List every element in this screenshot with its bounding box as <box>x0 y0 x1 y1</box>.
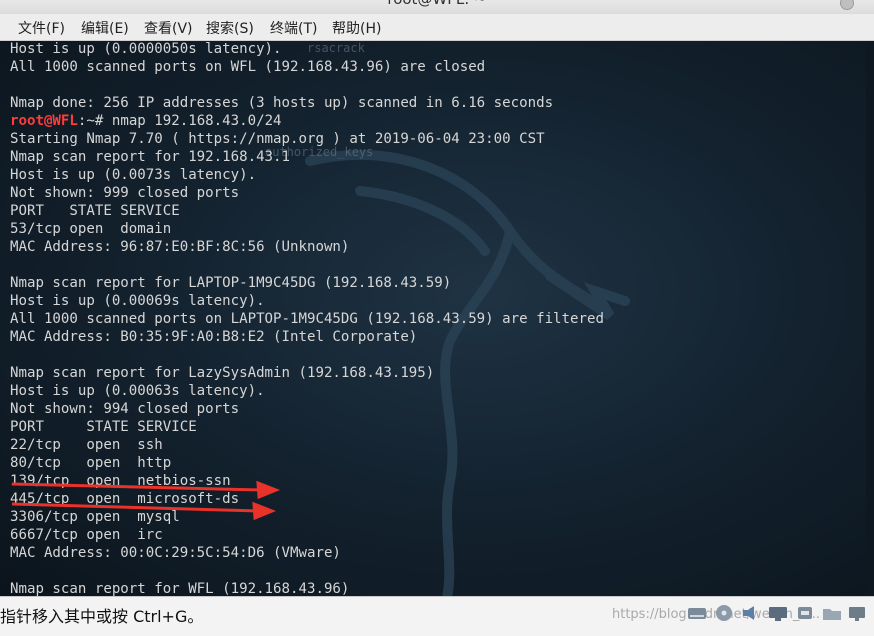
terminal-line: 80/tcp open http <box>10 455 172 471</box>
menu-terminal[interactable]: 终端(T) <box>270 18 317 38</box>
shared-folder-icon[interactable] <box>821 603 843 623</box>
terminal-line: MAC Address: 96:87:E0:BF:8C:56 (Unknown) <box>10 239 350 255</box>
optical-drive-icon[interactable] <box>713 603 735 623</box>
terminal-line: All 1000 scanned ports on LAPTOP-1M9C45D… <box>10 311 604 327</box>
terminal-line: MAC Address: 00:0C:29:5C:54:D6 (VMware) <box>10 545 341 561</box>
terminal-line: 139/tcp open netbios-ssn <box>10 473 231 489</box>
menu-help[interactable]: 帮助(H) <box>332 18 381 38</box>
terminal-line: Not shown: 994 closed ports <box>10 401 240 417</box>
terminal-line: 445/tcp open microsoft-ds <box>10 491 240 507</box>
menu-view[interactable]: 查看(V) <box>144 18 193 38</box>
window-close-button[interactable] <box>840 0 854 10</box>
terminal-line: PORT STATE SERVICE <box>10 419 197 435</box>
command-text: nmap 192.168.43.0/24 <box>111 113 282 129</box>
terminal-line: Host is up (0.0000050s latency). <box>10 41 282 57</box>
prompt-path: :~# <box>77 113 112 129</box>
terminal-line: Nmap scan report for WFL (192.168.43.96) <box>10 581 350 596</box>
annotation-arrowhead-icon <box>256 480 281 500</box>
terminal-line: PORT STATE SERVICE <box>10 203 180 219</box>
terminal-line: 6667/tcp open irc <box>10 527 163 543</box>
annotation-arrowhead-icon <box>252 501 277 521</box>
usb-icon[interactable] <box>794 603 816 623</box>
ghost-text: rsacrack <box>307 41 365 55</box>
menu-bar: 文件(F) 编辑(E) 查看(V) 搜索(S) 终端(T) 帮助(H) <box>0 14 874 41</box>
network-icon[interactable] <box>767 603 789 623</box>
terminal-line: Starting Nmap 7.70 ( https://nmap.org ) … <box>10 131 545 147</box>
kali-dragon-watermark-icon <box>305 149 630 596</box>
prompt-line: root@WFL:~# nmap 192.168.43.0/24 <box>10 112 282 130</box>
terminal-line: 3306/tcp open mysql <box>10 509 180 525</box>
terminal-line: Nmap done: 256 IP addresses (3 hosts up)… <box>10 95 554 111</box>
terminal-line: Host is up (0.00069s latency). <box>10 293 265 309</box>
menu-edit[interactable]: 编辑(E) <box>81 18 129 38</box>
prompt-user: root@WFL <box>10 113 78 129</box>
terminal-line: Nmap scan report for LAPTOP-1M9C45DG (19… <box>10 275 452 291</box>
status-bar: 指针移入其中或按 Ctrl+G。 https://blog.csdn.net/w… <box>0 596 874 636</box>
menu-file[interactable]: 文件(F) <box>18 18 65 38</box>
window-titlebar: root@WFL: ~ <box>0 0 874 14</box>
terminal-output[interactable]: rsacrack authorized_keys Host is up (0.0… <box>0 41 874 596</box>
audio-icon[interactable] <box>740 603 762 623</box>
terminal-line: All 1000 scanned ports on WFL (192.168.4… <box>10 59 486 75</box>
terminal-line: Host is up (0.00063s latency). <box>10 383 265 399</box>
hard-disk-icon[interactable] <box>686 603 708 623</box>
terminal-line: Nmap scan report for 192.168.43.1 <box>10 149 291 165</box>
status-hint-text: 指针移入其中或按 Ctrl+G。 <box>0 607 204 626</box>
terminal-scrollbar[interactable] <box>866 41 874 596</box>
menu-search[interactable]: 搜索(S) <box>206 18 254 38</box>
terminal-line: Nmap scan report for LazySysAdmin (192.1… <box>10 365 435 381</box>
display-icon[interactable] <box>846 603 868 623</box>
terminal-line: MAC Address: B0:35:9F:A0:B8:E2 (Intel Co… <box>10 329 418 345</box>
terminal-line: 53/tcp open domain <box>10 221 172 237</box>
terminal-line: Host is up (0.0073s latency). <box>10 167 257 183</box>
window-title: root@WFL: ~ <box>0 0 874 8</box>
terminal-line: 22/tcp open ssh <box>10 437 163 453</box>
terminal-line: Not shown: 999 closed ports <box>10 185 240 201</box>
